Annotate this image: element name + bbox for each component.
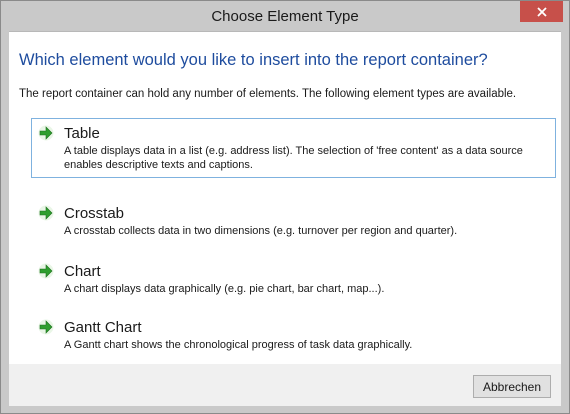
option-title: Gantt Chart <box>64 318 142 336</box>
option-description: A crosstab collects data in two dimensio… <box>64 225 458 237</box>
option-title: Chart <box>64 262 101 280</box>
green-arrow-icon <box>38 319 54 335</box>
option-gantt-chart[interactable]: Gantt Chart A Gantt chart shows the chro… <box>31 312 556 358</box>
dialog-footer: Abbrechen <box>9 364 561 406</box>
option-chart[interactable]: Chart A chart displays data graphically … <box>31 256 556 302</box>
option-title: Table <box>64 124 100 142</box>
cancel-button[interactable]: Abbrechen <box>473 375 551 398</box>
window-title: Choose Element Type <box>211 8 359 25</box>
green-arrow-icon <box>38 263 54 279</box>
close-icon <box>536 6 547 17</box>
green-arrow-icon <box>38 205 54 221</box>
option-title: Crosstab <box>64 204 125 222</box>
option-table[interactable]: Table A table displays data in a list (e… <box>31 118 556 178</box>
green-arrow-icon <box>38 125 54 141</box>
option-description: A chart displays data graphically (e.g. … <box>64 283 385 295</box>
option-description: A table displays data in a list (e.g. ad… <box>64 145 523 171</box>
close-button[interactable] <box>520 1 563 22</box>
option-description: A Gantt chart shows the chronological pr… <box>64 339 413 351</box>
dialog-content: Which element would you like to insert i… <box>9 31 561 364</box>
dialog-window: Choose Element Type Which element would … <box>0 0 570 414</box>
option-crosstab[interactable]: Crosstab A crosstab collects data in two… <box>31 198 556 244</box>
dialog-description: The report container can hold any number… <box>19 88 517 100</box>
title-bar[interactable]: Choose Element Type <box>1 1 569 31</box>
dialog-heading: Which element would you like to insert i… <box>19 51 488 69</box>
